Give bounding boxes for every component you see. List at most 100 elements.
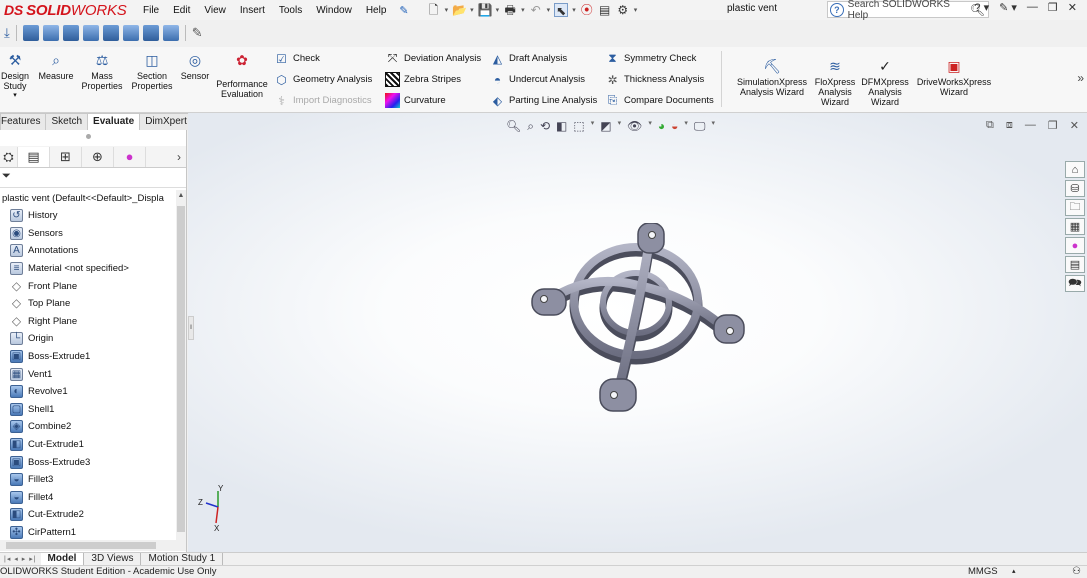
dimxpertmanager-tab-icon[interactable]: ⊕ (82, 146, 114, 167)
link-views-icon[interactable]: ⧈ (1006, 119, 1013, 132)
print-dropdown-icon[interactable]: ▾ (521, 6, 525, 14)
previous-view-icon[interactable]: ⟲ (540, 119, 550, 134)
tab-3d-views[interactable]: 3D Views (84, 552, 142, 566)
measure-button[interactable]: ⌕ Measure (36, 51, 76, 81)
open-icon[interactable]: 📂 (452, 3, 467, 17)
curvature-button[interactable]: Curvature (385, 93, 446, 108)
tree-item-shell1[interactable]: ▢ Shell1 (0, 401, 176, 419)
design-library-icon[interactable]: ⛁ (1065, 180, 1085, 197)
zoom-to-area-icon[interactable]: ⌕ (527, 119, 534, 134)
view-cube-2-icon[interactable] (42, 25, 59, 41)
help-menu-icon[interactable]: ? ▾ (974, 1, 989, 14)
close-icon[interactable]: ✕ (1068, 1, 1077, 14)
tree-vertical-scrollbar[interactable]: ▲ ▼ (176, 190, 186, 546)
view-orientation-icon[interactable]: ⬚ (573, 119, 584, 134)
configurationmanager-tab-icon[interactable]: ⊞ (50, 146, 82, 167)
display-style-icon[interactable]: ◩ (600, 119, 611, 134)
new-document-icon[interactable]: 🗋 (427, 3, 441, 17)
section-properties-button[interactable]: ◫ Section Properties (128, 51, 176, 91)
minimize-icon[interactable]: — (1027, 1, 1038, 14)
hide-show-items-icon[interactable]: 👁︎ (627, 119, 642, 134)
zoom-to-fit-icon[interactable]: 🔍︎ (506, 119, 521, 134)
units-selector[interactable]: MMGS (968, 566, 998, 578)
expand-toolbar-icon[interactable]: ⤓ (4, 25, 10, 41)
check-button[interactable]: ☑ Check (274, 51, 320, 66)
driveworksxpress-button[interactable]: ▣ DriveWorksXpress Wizard (913, 57, 995, 97)
design-study-button[interactable]: ⚒ Design Study ▾ (0, 51, 30, 101)
menu-tools[interactable]: Tools (272, 5, 309, 16)
tab-model[interactable]: Model (40, 552, 85, 566)
filter-icon[interactable]: ⏷ (2, 170, 11, 182)
tab-dimxpert[interactable]: DimXpert (139, 113, 193, 130)
tab-motion-study-1[interactable]: Motion Study 1 (141, 552, 224, 566)
view-cube-4-icon[interactable] (82, 25, 99, 41)
performance-evaluation-button[interactable]: ✿ Performance Evaluation (214, 51, 270, 99)
tree-item-fillet4[interactable]: ◒ Fillet4 (0, 489, 176, 507)
tree-item-revolve1[interactable]: ◐ Revolve1 (0, 383, 176, 401)
compare-documents-button[interactable]: ⎘ Compare Documents (605, 93, 714, 108)
units-dropdown-icon[interactable]: ▴ (1012, 566, 1016, 578)
display-style-dropdown-icon[interactable]: ▾ (618, 119, 622, 134)
undo-icon[interactable]: ↶ (529, 3, 543, 17)
tree-item-material-not-specified[interactable]: ≡ Material <not specified> (0, 260, 176, 278)
design-study-dropdown-icon[interactable]: ▾ (13, 91, 17, 101)
tree-item-cut-extrude1[interactable]: ◧ Cut-Extrude1 (0, 436, 176, 454)
tree-item-boss-extrude3[interactable]: ▣ Boss-Extrude3 (0, 453, 176, 471)
displaymanager-tab-icon[interactable]: ● (114, 146, 146, 167)
hide-show-dropdown-icon[interactable]: ▾ (648, 119, 652, 134)
new-dropdown-icon[interactable]: ▾ (445, 6, 449, 14)
symmetry-check-button[interactable]: ⧗ Symmetry Check (605, 51, 696, 66)
tree-horizontal-scrollbar[interactable] (0, 540, 186, 551)
tree-item-annotations[interactable]: A Annotations (0, 242, 176, 260)
options-dropdown-icon[interactable]: ▾ (634, 6, 638, 14)
file-explorer-icon[interactable]: 🗀 (1065, 199, 1085, 216)
view-cube-5-icon[interactable] (102, 25, 119, 41)
menu-window[interactable]: Window (309, 5, 359, 16)
tab-features[interactable]: Features (0, 113, 47, 130)
pin-dropdown-icon[interactable]: ✎ ▾ (999, 1, 1017, 14)
menu-file[interactable]: File (136, 5, 166, 16)
tree-item-combine2[interactable]: ◈ Combine2 (0, 418, 176, 436)
import-diagnostics-button[interactable]: ⚕ Import Diagnostics (274, 93, 371, 108)
simulationxpress-button[interactable]: ⛏ SimulationXpress Analysis Wizard (735, 57, 809, 97)
tree-item-sensors[interactable]: ◉ Sensors (0, 225, 176, 243)
tree-item-right-plane[interactable]: ◇ Right Plane (0, 313, 176, 331)
save-icon[interactable]: 💾 (478, 3, 493, 17)
more-commands-chevron-icon[interactable]: » (1077, 71, 1084, 85)
tree-item-cut-extrude2[interactable]: ◧ Cut-Extrude2 (0, 506, 176, 524)
pin-menu-icon[interactable]: ✎ (399, 4, 408, 17)
view-orientation-dropdown-icon[interactable]: ▾ (591, 119, 595, 134)
section-view-icon[interactable]: ◧ (556, 119, 567, 134)
draft-analysis-button[interactable]: ◭ Draft Analysis (490, 51, 567, 66)
graphics-area[interactable]: ‖ 🔍︎ ⌕ ⟲ ◧ ⬚ ▾ ◩ ▾ 👁︎ ▾ ◕ ◒ ▾ 🖵 ▾ ⧉ ⧈ — ❐ ✕ ⌂… (188, 113, 1087, 552)
tree-item-cirpattern1[interactable]: ✣ CirPattern1 (0, 524, 176, 542)
menu-help[interactable]: Help (359, 5, 394, 16)
geometry-analysis-button[interactable]: ⬡ Geometry Analysis (274, 72, 372, 87)
rebuild-status-icon[interactable]: ⚇ (1072, 566, 1081, 578)
view-cube-3-icon[interactable] (62, 25, 79, 41)
tree-filter[interactable]: ⏷ (0, 170, 186, 188)
propertymanager-tab-icon[interactable]: ▤ (18, 146, 50, 167)
save-dropdown-icon[interactable]: ▾ (496, 6, 500, 14)
view-cube-8-icon[interactable] (162, 25, 179, 41)
tree-item-origin[interactable]: └ Origin (0, 330, 176, 348)
tab-evaluate[interactable]: Evaluate (87, 113, 141, 130)
print-icon[interactable]: 🖶 (503, 3, 517, 17)
help-search-input[interactable]: Search SOLIDWORKS Help (848, 0, 970, 21)
tab-sketch[interactable]: Sketch (45, 113, 89, 130)
scroll-up-icon[interactable]: ▲ (176, 192, 186, 199)
tool-pen-icon[interactable]: ✎ (192, 25, 203, 41)
tree-item-boss-extrude1[interactable]: ▣ Boss-Extrude1 (0, 348, 176, 366)
undo-dropdown-icon[interactable]: ▾ (547, 6, 551, 14)
appearances-icon[interactable]: ● (1065, 237, 1085, 254)
solidworks-logo[interactable]: DS SOLIDWORKS (0, 2, 136, 19)
undercut-analysis-button[interactable]: ◓ Undercut Analysis (490, 72, 585, 87)
file-properties-icon[interactable]: ▤ (598, 3, 612, 17)
view-settings-dropdown-icon[interactable]: ▾ (711, 119, 715, 134)
help-search-box[interactable]: ? Search SOLIDWORKS Help 🔍︎ (827, 0, 989, 21)
viewport-close-icon[interactable]: ✕ (1070, 119, 1079, 132)
viewport-restore-icon[interactable]: ❐ (1048, 119, 1058, 132)
open-dropdown-icon[interactable]: ▾ (470, 6, 474, 14)
thickness-analysis-button[interactable]: ✲ Thickness Analysis (605, 72, 704, 87)
tree-root-part[interactable]: plastic vent (Default<<Default>_Displa (0, 190, 176, 207)
